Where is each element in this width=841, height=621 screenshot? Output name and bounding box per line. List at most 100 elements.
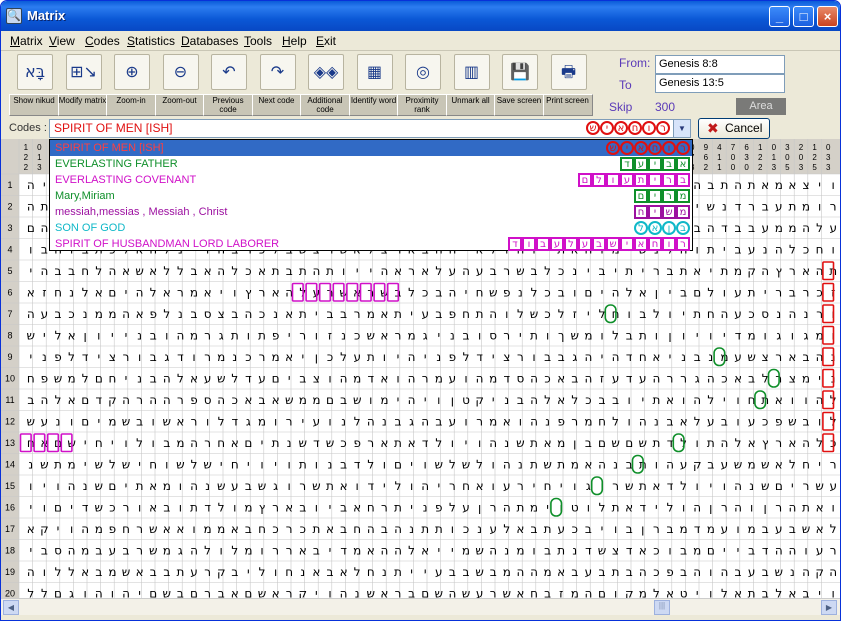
matrix-letter[interactable]: ת (748, 286, 756, 300)
codes-combobox[interactable]: SPIRIT OF MEN [ISH] רוחאיש ▼ (49, 119, 691, 138)
matrix-letter[interactable]: ע (204, 372, 212, 386)
matrix-letter[interactable]: ד (368, 479, 375, 493)
matrix-letter[interactable]: ס (204, 307, 212, 321)
matrix-letter[interactable]: ה (68, 544, 76, 558)
matrix-letter[interactable]: ל (435, 436, 442, 450)
matrix-letter[interactable]: ה (788, 501, 796, 515)
matrix-letter[interactable]: נ (708, 350, 713, 364)
matrix-letter[interactable]: נ (83, 479, 88, 493)
matrix-letter[interactable]: ה (476, 372, 484, 386)
matrix-letter[interactable]: ב (55, 307, 62, 321)
matrix-letter[interactable]: ת (557, 544, 565, 558)
matrix-letter[interactable]: פ (666, 565, 674, 579)
matrix-letter[interactable]: נ (56, 415, 61, 429)
matrix-letter[interactable]: ר (204, 329, 211, 343)
matrix-letter[interactable]: ו (696, 479, 699, 493)
matrix-letter[interactable]: ה (788, 307, 796, 321)
matrix-letter[interactable]: ז (328, 329, 332, 343)
matrix-letter[interactable]: ו (532, 544, 535, 558)
matrix-letter[interactable]: ו (70, 522, 73, 536)
matrix-letter[interactable]: ה (612, 350, 620, 364)
matrix-letter[interactable]: ח (476, 286, 484, 300)
matrix-letter[interactable]: ל (82, 372, 89, 386)
matrix-letter[interactable]: ם (54, 587, 62, 599)
matrix-letter[interactable]: ב (599, 264, 606, 278)
matrix-letter[interactable]: ר (204, 565, 211, 579)
matrix-letter[interactable]: ב (667, 415, 674, 429)
matrix-letter[interactable]: ב (123, 544, 130, 558)
matrix-letter[interactable]: ו (233, 501, 236, 515)
matrix-letter[interactable]: ר (517, 350, 524, 364)
matrix-letter[interactable]: י (533, 479, 536, 493)
matrix-letter[interactable]: י (437, 479, 440, 493)
matrix-letter[interactable]: ח (81, 264, 89, 278)
matrix-letter[interactable]: ש (149, 522, 158, 536)
matrix-letter[interactable]: ל (449, 458, 456, 472)
matrix-letter[interactable]: י (641, 264, 644, 278)
matrix-letter[interactable]: י (723, 393, 726, 407)
matrix-letter[interactable]: ר (286, 587, 293, 599)
matrix-letter[interactable]: א (231, 522, 239, 536)
matrix-letter[interactable]: ת (272, 264, 280, 278)
matrix-letter[interactable]: ה (530, 372, 538, 386)
matrix-letter[interactable]: ש (258, 587, 267, 599)
matrix-letter[interactable]: מ (68, 458, 76, 472)
matrix-letter[interactable]: ה (720, 436, 728, 450)
matrix-letter[interactable]: ר (177, 393, 184, 407)
matrix-letter[interactable]: ס (489, 329, 497, 343)
matrix-letter[interactable]: ר (775, 350, 782, 364)
matrix-letter[interactable]: ש (95, 458, 104, 472)
matrix-letter[interactable]: א (122, 264, 130, 278)
matrix-letter[interactable]: ע (258, 372, 266, 386)
matrix-letter[interactable]: א (258, 264, 266, 278)
matrix-letter[interactable]: ל (544, 264, 551, 278)
matrix-letter[interactable]: ן (764, 501, 767, 515)
matrix-letter[interactable]: י (723, 544, 726, 558)
matrix-letter[interactable]: צ (313, 372, 320, 386)
matrix-letter[interactable]: ח (639, 350, 647, 364)
matrix-letter[interactable]: ו (233, 286, 236, 300)
matrix-letter[interactable]: ר (517, 479, 524, 493)
matrix-letter[interactable]: ת (720, 178, 728, 192)
matrix-letter[interactable]: ה (40, 264, 48, 278)
matrix-letter[interactable]: ב (231, 565, 238, 579)
matrix-letter[interactable]: ם (598, 436, 606, 450)
matrix-letter[interactable]: ג (178, 544, 183, 558)
matrix-letter[interactable]: א (584, 458, 592, 472)
matrix-letter[interactable]: נ (409, 522, 414, 536)
matrix-letter[interactable]: נ (654, 415, 659, 429)
matrix-letter[interactable]: ח (122, 522, 130, 536)
matrix-letter[interactable]: כ (762, 415, 768, 429)
matrix-letter[interactable]: ו (696, 243, 699, 257)
matrix-letter[interactable]: נ (232, 350, 237, 364)
matrix-letter[interactable]: ע (489, 522, 497, 536)
matrix-letter[interactable]: ב (327, 565, 334, 579)
matrix-letter[interactable]: ח (530, 587, 538, 599)
matrix-letter[interactable]: ר (177, 286, 184, 300)
matrix-letter[interactable]: ע (421, 307, 429, 321)
additional-code-button[interactable]: ◈◈ Additional code (300, 52, 350, 116)
matrix-letter[interactable]: ר (830, 458, 837, 472)
matrix-letter[interactable]: ה (448, 587, 456, 599)
matrix-letter[interactable]: ל (816, 221, 823, 235)
matrix-letter[interactable]: ע (41, 307, 49, 321)
matrix-letter[interactable]: מ (108, 565, 116, 579)
matrix-letter[interactable]: ש (475, 565, 484, 579)
matrix-letter[interactable]: ר (204, 436, 211, 450)
matrix-letter[interactable]: ב (803, 350, 810, 364)
matrix-letter[interactable]: ש (462, 587, 471, 599)
matrix-letter[interactable]: ה (802, 565, 810, 579)
matrix-letter[interactable]: נ (572, 544, 577, 558)
matrix-letter[interactable]: ד (354, 458, 361, 472)
matrix-letter[interactable]: ם (421, 587, 429, 599)
matrix-letter[interactable]: ל (830, 522, 837, 536)
zoom-in-button[interactable]: ⊕ Zoom-in (106, 52, 156, 116)
matrix-letter[interactable]: א (353, 501, 361, 515)
matrix-letter[interactable]: ש (516, 436, 525, 450)
matrix-letter[interactable]: ש (734, 458, 743, 472)
matrix-letter[interactable]: ש (802, 522, 811, 536)
matrix-letter[interactable]: ה (693, 565, 701, 579)
matrix-letter[interactable]: ר (272, 544, 279, 558)
matrix-letter[interactable]: א (639, 286, 647, 300)
matrix-letter[interactable]: א (557, 372, 565, 386)
